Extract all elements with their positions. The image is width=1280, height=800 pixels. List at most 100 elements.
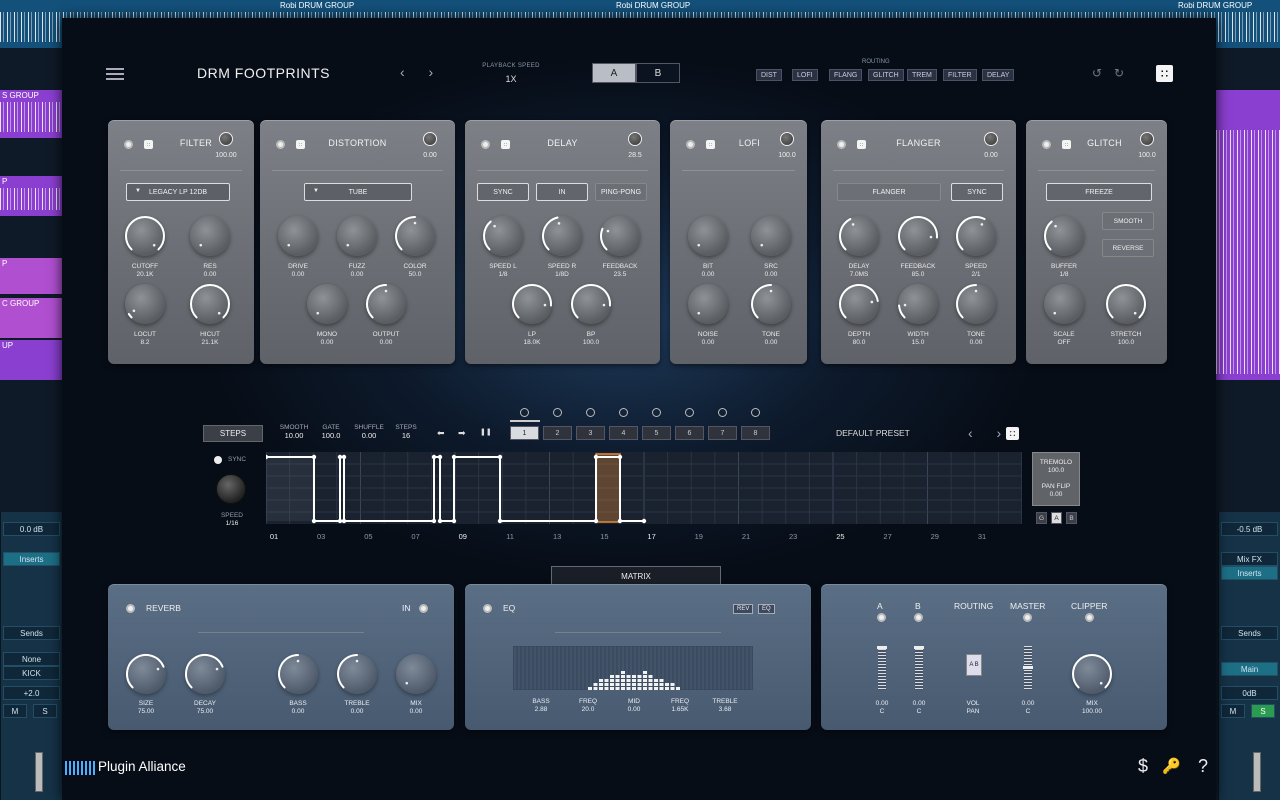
preset-a-button[interactable]: A [592, 63, 636, 83]
filter-res-knob[interactable] [190, 216, 230, 256]
glitch-smooth-button[interactable]: SMOOTH [1102, 212, 1154, 230]
pattern-3-button[interactable]: 3 [576, 426, 605, 440]
master-clipper-power-icon[interactable] [1085, 613, 1094, 622]
purchase-dollar-icon[interactable]: $ [1138, 756, 1148, 777]
distortion-drive-knob[interactable] [278, 216, 318, 256]
step-node[interactable] [641, 518, 647, 524]
step-node[interactable] [431, 454, 437, 460]
lofi-tone-knob[interactable] [751, 284, 791, 324]
matrix-button[interactable]: MATRIX [551, 566, 721, 586]
seq-speed-knob[interactable] [216, 474, 246, 504]
reverb-bass-knob[interactable] [278, 654, 318, 694]
step-node[interactable] [341, 518, 347, 524]
step-node[interactable] [593, 454, 599, 460]
solo-button[interactable]: S [33, 704, 57, 718]
filter-hicut-knob[interactable] [190, 284, 230, 324]
step-node[interactable] [341, 454, 347, 460]
inserts-button[interactable]: Inserts [1221, 566, 1278, 580]
step-node[interactable] [617, 518, 623, 524]
routing-delay[interactable]: DELAY [982, 69, 1015, 81]
distortion-mono-knob[interactable] [307, 284, 347, 324]
filter-mode-dropdown[interactable]: ▼ LEGACY LP 12DB [126, 183, 230, 201]
step-node[interactable] [451, 454, 457, 460]
mute-button[interactable]: M [1221, 704, 1245, 718]
glitch-reverse-button[interactable]: REVERSE [1102, 239, 1154, 257]
step-curve[interactable] [266, 456, 644, 522]
undo-icon[interactable]: ↺ [1092, 66, 1102, 80]
volume-fader[interactable] [1253, 752, 1261, 792]
redo-icon[interactable]: ↻ [1114, 66, 1124, 80]
reverb-size-knob[interactable] [126, 654, 166, 694]
seq-a-button[interactable]: A [1051, 512, 1062, 524]
sends-button[interactable]: Sends [1221, 626, 1278, 640]
routing-dist[interactable]: DIST [756, 69, 782, 81]
glitch-scale-knob[interactable] [1044, 284, 1084, 324]
menu-icon[interactable] [106, 68, 124, 80]
glitch-stretch-knob[interactable] [1106, 284, 1146, 324]
playback-speed-value[interactable]: 1X [480, 74, 542, 84]
delay-in-button[interactable]: IN [536, 183, 588, 201]
reverb-treble-knob[interactable] [337, 654, 377, 694]
flanger-feedback-knob[interactable] [898, 216, 938, 256]
flanger-width-knob[interactable] [898, 284, 938, 324]
volume-fader[interactable] [35, 752, 43, 792]
master-mix-knob[interactable] [1072, 654, 1112, 694]
delay-mix-knob[interactable] [628, 132, 642, 146]
mixfx-button[interactable]: Mix FX [1221, 552, 1278, 566]
eq-treble-label[interactable]: TREBLE 3.68 [697, 698, 753, 714]
eq-power-icon[interactable] [483, 604, 492, 613]
delay-speedl-knob[interactable] [483, 216, 523, 256]
pattern-dot[interactable] [718, 408, 727, 417]
step-node[interactable] [497, 518, 503, 524]
delay-pingpong-button[interactable]: PING-PONG [595, 183, 647, 201]
glitch-mix-knob[interactable] [1140, 132, 1154, 146]
flanger-tone-knob[interactable] [956, 284, 996, 324]
delay-lp-knob[interactable] [512, 284, 552, 324]
step-node[interactable] [437, 454, 443, 460]
delay-sync-button[interactable]: SYNC [477, 183, 529, 201]
flanger-sync-button[interactable]: SYNC [951, 183, 1003, 201]
reverb-decay-knob[interactable] [185, 654, 225, 694]
seq-preset-name[interactable]: DEFAULT PRESET [836, 428, 910, 438]
delay-feedback-knob[interactable] [600, 216, 640, 256]
distortion-fuzz-knob[interactable] [337, 216, 377, 256]
filter-cutoff-knob[interactable] [125, 216, 165, 256]
pattern-5-button[interactable]: 5 [642, 426, 671, 440]
filter-locut-knob[interactable] [125, 284, 165, 324]
pattern-dot[interactable] [619, 408, 628, 417]
filter-power-icon[interactable] [124, 140, 133, 149]
step-node[interactable] [617, 454, 623, 460]
step-node[interactable] [337, 454, 343, 460]
seq-g-button[interactable]: G [1036, 512, 1047, 524]
help-icon[interactable]: ? [1198, 756, 1208, 777]
seq-preset-arrows[interactable]: ‹ › [968, 425, 1011, 441]
flanger-delay-knob[interactable] [839, 216, 879, 256]
pattern-dot[interactable] [751, 408, 760, 417]
routing-flang[interactable]: FLANG [829, 69, 863, 81]
step-node[interactable] [497, 454, 503, 460]
distortion-color-knob[interactable] [395, 216, 435, 256]
eq-eq-button[interactable]: EQ [758, 604, 775, 614]
pattern-2-button[interactable]: 2 [543, 426, 572, 440]
meter-master[interactable] [1023, 646, 1033, 690]
flanger-speed-knob[interactable] [956, 216, 996, 256]
seq-sync-power-icon[interactable] [214, 456, 222, 464]
reverb-in-icon[interactable] [419, 604, 428, 613]
reverb-mix-knob[interactable] [396, 654, 436, 694]
meter-b[interactable] [914, 646, 924, 690]
preset-b-button[interactable]: B [636, 63, 680, 83]
lofi-bit-knob[interactable] [688, 216, 728, 256]
step-node[interactable] [311, 518, 317, 524]
randomize-dice-icon[interactable] [1156, 65, 1173, 82]
step-sequencer-svg[interactable] [266, 452, 1022, 524]
master-a-power-icon[interactable] [877, 613, 886, 622]
sends-button[interactable]: Sends [3, 626, 60, 640]
flanger-mix-knob[interactable] [984, 132, 998, 146]
lofi-noise-knob[interactable] [688, 284, 728, 324]
pattern-7-button[interactable]: 7 [708, 426, 737, 440]
glitch-freeze-button[interactable]: FREEZE [1046, 183, 1152, 201]
step-node[interactable] [437, 518, 443, 524]
seq-smooth[interactable]: SMOOTH 10.00 [274, 424, 314, 441]
pattern-8-button[interactable]: 8 [741, 426, 770, 440]
distortion-output-knob[interactable] [366, 284, 406, 324]
